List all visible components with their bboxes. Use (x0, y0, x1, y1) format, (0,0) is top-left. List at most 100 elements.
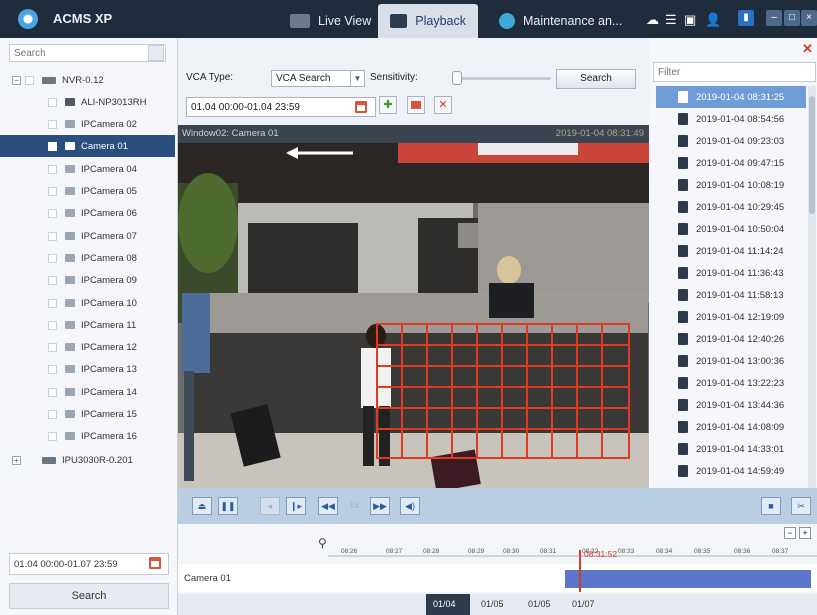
record-item[interactable]: 2019-01-04 13:00:36 (656, 350, 806, 372)
lock-icon[interactable]: ▮ (738, 10, 754, 26)
tree-item-camera[interactable]: IPCamera 07 (0, 225, 175, 247)
cloud-icon[interactable]: ☁ (646, 12, 659, 27)
delete-region-icon[interactable]: ✕ (434, 96, 452, 114)
search-button[interactable]: Search (9, 583, 169, 609)
record-item[interactable]: 2019-01-04 11:14:24 (656, 240, 806, 262)
tab-live-view[interactable]: Live View (278, 4, 383, 38)
tree-item-camera[interactable]: IPCamera 10 (0, 292, 175, 314)
checkbox[interactable] (48, 409, 57, 419)
minimize-button[interactable]: – (766, 10, 782, 26)
draw-region-icon[interactable] (407, 96, 425, 114)
tree-item-camera[interactable]: IPCamera 02 (0, 113, 175, 135)
checkbox[interactable] (48, 253, 57, 263)
vca-type-select[interactable]: VCA Search ▼ (271, 70, 365, 87)
device-search-icon[interactable] (148, 45, 164, 61)
tab-maintenance[interactable]: Maintenance an... (487, 4, 634, 38)
record-item[interactable]: 2019-01-04 09:23:03 (656, 130, 806, 152)
checkbox[interactable] (25, 75, 34, 85)
sensitivity-slider-thumb[interactable] (452, 71, 462, 85)
calendar-icon[interactable] (355, 101, 367, 113)
device-search-input[interactable] (9, 44, 166, 62)
record-item[interactable]: 2019-01-04 12:40:26 (656, 328, 806, 350)
record-item-selected[interactable]: 2019-01-04 08:31:25 (656, 86, 806, 108)
tree-item-camera[interactable]: IPCamera 16 (0, 425, 175, 447)
record-item[interactable]: 2019-01-04 10:50:04 (656, 218, 806, 240)
recording-segment[interactable] (565, 570, 811, 588)
tab-playback[interactable]: Playback (378, 4, 478, 38)
timeline[interactable]: − + ⚲ 08:26 08:27 08:28 08:29 08:30 08:3… (178, 524, 817, 615)
tree-item-nvr[interactable]: − NVR-0.12 (0, 69, 175, 91)
pause-icon[interactable]: ❚❚ (218, 497, 238, 515)
record-item[interactable]: 2019-01-04 14:59:49 (656, 460, 806, 482)
speed-up-icon[interactable]: ▶▶ (370, 497, 390, 515)
checkbox[interactable] (48, 431, 57, 441)
slow-down-icon[interactable]: ◀◀ (318, 497, 338, 515)
tree-item-camera[interactable]: IPCamera 12 (0, 336, 175, 358)
tree-item-camera[interactable]: IPCamera 15 (0, 403, 175, 425)
stop-icon[interactable]: ⏏ (192, 497, 212, 515)
audio-icon[interactable]: ◀) (400, 497, 420, 515)
tree-item-camera[interactable]: ALI-NP3013RH (0, 91, 175, 113)
checkbox[interactable] (48, 342, 57, 352)
expand-icon[interactable]: + (12, 455, 21, 465)
frame-forward-icon[interactable]: ❙▸ (286, 497, 306, 515)
checkbox[interactable] (48, 186, 57, 196)
tree-item-camera[interactable]: IPCamera 13 (0, 358, 175, 380)
collapse-icon[interactable]: − (12, 75, 21, 85)
record-item[interactable]: 2019-01-04 11:58:13 (656, 284, 806, 306)
vca-search-button[interactable]: Search (556, 69, 636, 89)
checkbox[interactable] (48, 387, 57, 397)
checkbox[interactable] (48, 364, 57, 374)
date-label[interactable]: 01/07 (572, 599, 595, 609)
record-item[interactable]: 2019-01-04 12:19:09 (656, 306, 806, 328)
record-item[interactable]: 2019-01-04 14:08:09 (656, 416, 806, 438)
calendar-icon[interactable] (149, 557, 161, 569)
date-range-field[interactable]: 01.04 00:00-01.07 23:59 (9, 553, 169, 575)
record-item[interactable]: 2019-01-04 11:36:43 (656, 262, 806, 284)
checkbox[interactable] (48, 208, 57, 218)
tree-item-camera[interactable]: IPCamera 08 (0, 247, 175, 269)
record-item[interactable]: 2019-01-04 13:44:36 (656, 394, 806, 416)
clip-icon[interactable]: ✂ (791, 497, 811, 515)
tree-item-camera[interactable]: IPCamera 06 (0, 202, 175, 224)
chevron-down-icon[interactable]: ▼ (350, 71, 364, 86)
tree-item-camera[interactable]: IPCamera 09 (0, 269, 175, 291)
checkbox[interactable] (48, 141, 57, 151)
zoom-out-icon[interactable]: − (784, 527, 796, 539)
record-item[interactable]: 2019-01-04 13:22:23 (656, 372, 806, 394)
menu-icon[interactable]: ☰ (665, 12, 677, 27)
checkbox[interactable] (48, 320, 57, 330)
zoom-in-icon[interactable]: + (799, 527, 811, 539)
filter-input[interactable] (653, 62, 816, 82)
tree-item-nvr[interactable]: + IPU3030R-0.201 (0, 449, 175, 471)
close-icon[interactable]: ✕ (802, 41, 813, 57)
checkbox[interactable] (48, 275, 57, 285)
add-region-icon[interactable]: ✚ (379, 96, 397, 114)
checkbox[interactable] (48, 164, 57, 174)
tree-item-camera[interactable]: IPCamera 11 (0, 314, 175, 336)
user-icon[interactable]: 👤 (705, 12, 721, 27)
date-label[interactable]: 01/05 (481, 599, 504, 609)
checkbox[interactable] (48, 231, 57, 241)
camera-snapshot-icon[interactable]: ■ (761, 497, 781, 515)
tree-item-camera-selected[interactable]: Camera 01 (0, 135, 175, 157)
record-item[interactable]: 2019-01-04 14:33:01 (656, 438, 806, 460)
record-item[interactable]: 2019-01-04 10:08:19 (656, 174, 806, 196)
checkbox[interactable] (48, 119, 57, 129)
tree-item-camera[interactable]: IPCamera 14 (0, 381, 175, 403)
checkbox[interactable] (48, 97, 57, 107)
image-icon[interactable]: ▣ (684, 12, 696, 27)
close-window-button[interactable]: × (801, 10, 817, 26)
playhead-cursor[interactable] (579, 550, 581, 592)
vca-date-range-field[interactable]: 01.04 00:00-01.04 23:59 (186, 97, 376, 117)
tree-item-camera[interactable]: IPCamera 05 (0, 180, 175, 202)
record-item[interactable]: 2019-01-04 09:47:15 (656, 152, 806, 174)
checkbox[interactable] (48, 298, 57, 308)
date-label[interactable]: 01/05 (528, 599, 551, 609)
scrollbar-thumb[interactable] (809, 96, 815, 214)
record-item[interactable]: 2019-01-04 10:29:45 (656, 196, 806, 218)
video-playback-window[interactable] (178, 143, 649, 488)
maximize-button[interactable]: □ (784, 10, 800, 26)
frame-back-icon[interactable]: ◂ (260, 497, 280, 515)
sensitivity-slider[interactable] (456, 77, 551, 80)
